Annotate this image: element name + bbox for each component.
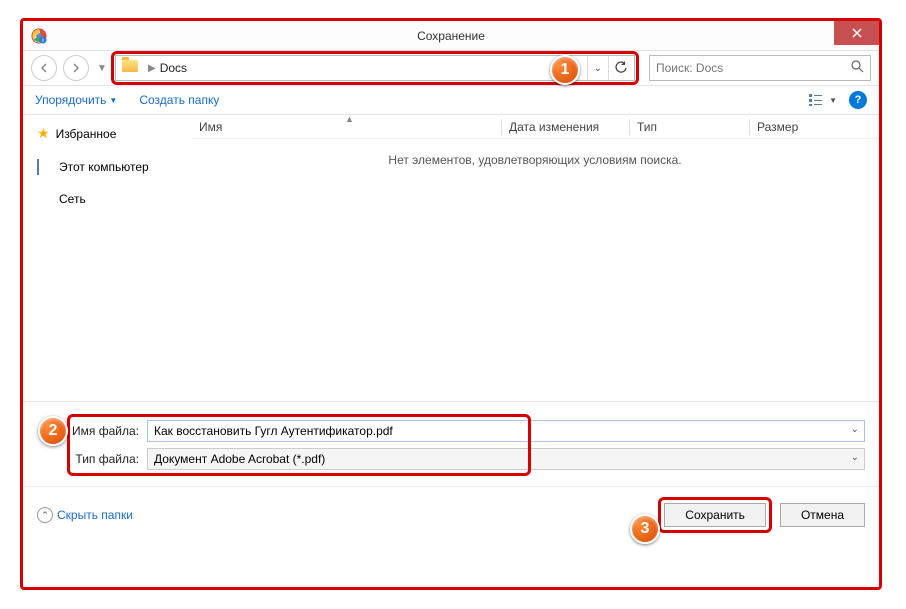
folder-icon xyxy=(122,59,140,77)
filetype-value: Документ Adobe Acrobat (*.pdf) xyxy=(154,452,325,466)
sidebar: ★ Избранное Этот компьютер Сеть xyxy=(23,115,191,401)
organize-label: Упорядочить xyxy=(35,93,106,107)
help-button[interactable]: ? xyxy=(849,91,867,109)
forward-button[interactable] xyxy=(63,55,89,81)
arrow-left-icon xyxy=(38,62,50,74)
breadcrumb-folder[interactable]: Docs xyxy=(160,61,187,75)
column-header-size[interactable]: Размер xyxy=(749,120,839,134)
sidebar-item-favorites[interactable]: ★ Избранное xyxy=(37,125,177,142)
sidebar-item-this-pc[interactable]: Этот компьютер xyxy=(37,160,177,174)
chevron-down-icon[interactable]: ⌄ xyxy=(851,452,859,463)
body-area: ★ Избранное Этот компьютер Сеть ▲ Имя Да… xyxy=(23,115,879,401)
titlebar: i Сохранение xyxy=(23,21,879,51)
view-options-button[interactable]: ▼ xyxy=(809,93,837,107)
search-input[interactable] xyxy=(656,61,851,75)
action-row: ⌃ Скрыть папки Сохранить Отмена xyxy=(23,486,879,537)
new-folder-button[interactable]: Создать папку xyxy=(139,93,219,107)
navigation-row: ▼ ▶ Docs ⌄ xyxy=(23,51,879,85)
annotation-badge-2: 2 xyxy=(38,416,68,446)
chevron-up-icon: ⌃ xyxy=(37,507,53,523)
hide-folders-toggle[interactable]: ⌃ Скрыть папки xyxy=(37,507,133,523)
filename-input[interactable] xyxy=(147,420,865,442)
column-header-type[interactable]: Тип xyxy=(629,120,749,134)
sidebar-item-label: Этот компьютер xyxy=(59,160,149,174)
recent-locations-button[interactable]: ▼ xyxy=(95,57,109,79)
organize-menu[interactable]: Упорядочить ▼ xyxy=(35,93,117,107)
address-dropdown-button[interactable]: ⌄ xyxy=(587,56,608,80)
chevron-down-icon[interactable]: ⌄ xyxy=(851,424,859,435)
empty-message: Нет элементов, удовлетворяющих условиям … xyxy=(191,153,879,167)
column-headers: ▲ Имя Дата изменения Тип Размер xyxy=(191,115,879,139)
app-icon: i xyxy=(31,28,47,44)
star-icon: ★ xyxy=(37,125,50,142)
chevron-down-icon: ▼ xyxy=(109,96,117,105)
filetype-label: Тип файла: xyxy=(37,452,147,466)
save-button[interactable]: Сохранить xyxy=(664,503,766,527)
save-dialog-window: i Сохранение ▼ ▶ Docs ⌄ xyxy=(20,18,882,590)
breadcrumb-separator-icon: ▶ xyxy=(144,63,160,74)
file-list-area: ▲ Имя Дата изменения Тип Размер Нет элем… xyxy=(191,115,879,401)
new-folder-label: Создать папку xyxy=(139,93,219,107)
column-header-date[interactable]: Дата изменения xyxy=(501,120,629,134)
computer-icon xyxy=(37,160,53,174)
back-button[interactable] xyxy=(31,55,57,81)
annotation-badge-3: 3 xyxy=(630,514,660,544)
chevron-down-icon: ▼ xyxy=(829,96,837,105)
cancel-button[interactable]: Отмена xyxy=(780,503,865,527)
view-icon xyxy=(809,93,827,107)
sidebar-item-label: Избранное xyxy=(56,127,117,141)
hide-folders-label: Скрыть папки xyxy=(57,508,133,522)
close-icon xyxy=(852,28,862,38)
toolbar: Упорядочить ▼ Создать папку ▼ ? xyxy=(23,85,879,115)
refresh-button[interactable] xyxy=(608,56,632,80)
close-button[interactable] xyxy=(834,21,879,45)
network-icon xyxy=(37,192,53,206)
filename-panel: Имя файла: ⌄ Тип файла: Документ Adobe A… xyxy=(23,401,879,486)
sidebar-item-network[interactable]: Сеть xyxy=(37,192,177,206)
arrow-right-icon xyxy=(70,62,82,74)
refresh-icon xyxy=(614,61,628,75)
search-box[interactable] xyxy=(649,55,871,81)
window-title: Сохранение xyxy=(417,29,485,43)
annotation-badge-1: 1 xyxy=(550,55,580,85)
sidebar-item-label: Сеть xyxy=(59,192,86,206)
filetype-select[interactable]: Документ Adobe Acrobat (*.pdf) xyxy=(147,448,865,470)
search-icon xyxy=(851,60,864,76)
sort-indicator-icon: ▲ xyxy=(345,114,354,124)
